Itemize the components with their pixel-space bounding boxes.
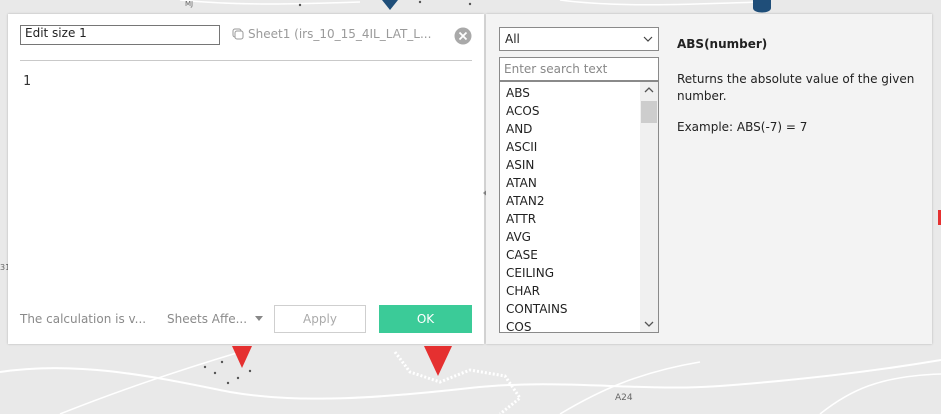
sheet-reference-label: Sheet1 (irs_10_15_4IL_LAT_L... xyxy=(248,27,432,41)
function-list-item[interactable]: CHAR xyxy=(500,282,568,300)
function-list-item[interactable]: ASIN xyxy=(500,156,568,174)
scroll-down-icon[interactable] xyxy=(640,316,658,332)
function-help-title: ABS(number) xyxy=(677,37,768,51)
apply-button[interactable]: Apply xyxy=(274,305,366,333)
sheets-affected-label: Sheets Affe... xyxy=(167,312,248,326)
formula-editor[interactable]: 1 xyxy=(23,74,31,89)
map-edge-label-top: MJ xyxy=(185,0,193,8)
road-label: A24 xyxy=(615,393,633,403)
function-category-value: All xyxy=(505,32,520,46)
function-search-input[interactable]: Enter search text xyxy=(499,57,659,81)
function-list-scrollbar[interactable] xyxy=(640,82,658,332)
datasource-icon xyxy=(232,28,244,40)
divider xyxy=(20,60,472,61)
calculation-name-input[interactable]: Edit size 1 xyxy=(20,25,220,45)
function-list-item[interactable]: ATAN xyxy=(500,174,568,192)
sheet-reference: Sheet1 (irs_10_15_4IL_LAT_L... xyxy=(232,27,431,41)
function-help-description: Returns the absolute value of the given … xyxy=(677,72,915,103)
function-list-item[interactable]: COS xyxy=(500,318,568,332)
scroll-up-icon[interactable] xyxy=(640,82,658,98)
calculation-editor: Edit size 1 Sheet1 (irs_10_15_4IL_LAT_L.… xyxy=(8,14,489,344)
function-list-item[interactable]: AND xyxy=(500,120,568,138)
function-reference-panel: All Enter search text ABS ACOS AND ASCII ASI… xyxy=(486,14,932,344)
close-icon[interactable] xyxy=(454,27,472,45)
function-list-item[interactable]: ABS xyxy=(500,84,568,102)
function-list-items: ABS ACOS AND ASCII ASIN ATAN ATAN2 ATTR AVG CASE C… xyxy=(500,84,568,332)
function-list-item[interactable]: CEILING xyxy=(500,264,568,282)
function-list-item[interactable]: CONTAINS xyxy=(500,300,568,318)
function-list-item[interactable]: ACOS xyxy=(500,102,568,120)
function-help-example: Example: ABS(-7) = 7 xyxy=(677,120,808,134)
function-list[interactable]: ABS ACOS AND ASCII ASIN ATAN ATAN2 ATTR AVG CASE C… xyxy=(499,81,659,333)
function-list-item[interactable]: AVG xyxy=(500,228,568,246)
chevron-down-icon xyxy=(643,36,653,42)
ok-button[interactable]: OK xyxy=(379,305,472,333)
function-category-select[interactable]: All xyxy=(499,27,659,51)
caret-down-icon xyxy=(255,316,264,321)
sheets-affected-dropdown[interactable]: Sheets Affe... xyxy=(167,312,264,326)
function-list-item[interactable]: ATTR xyxy=(500,210,568,228)
scroll-thumb[interactable] xyxy=(641,101,657,123)
function-list-item[interactable]: ATAN2 xyxy=(500,192,568,210)
function-list-item[interactable]: CASE xyxy=(500,246,568,264)
function-list-item[interactable]: ASCII xyxy=(500,138,568,156)
calculation-status: The calculation is v... xyxy=(20,312,147,326)
function-search-placeholder: Enter search text xyxy=(504,62,608,76)
